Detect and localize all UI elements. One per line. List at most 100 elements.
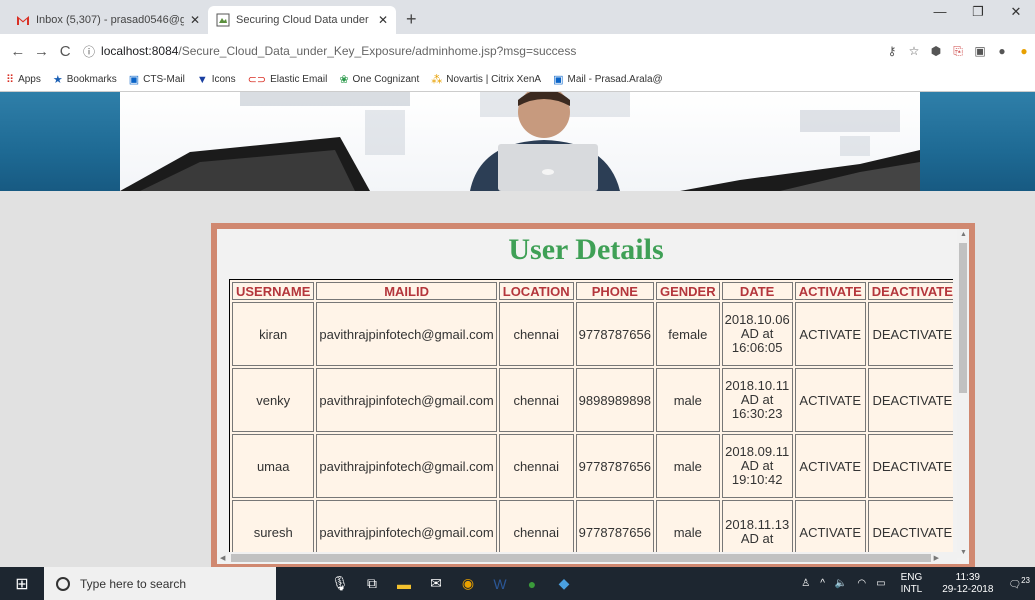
taskbar-search-field[interactable]: Type here to search: [44, 567, 276, 600]
elastic-icon: ⊂⊃: [247, 74, 267, 86]
date-value: 2018.10.11: [725, 378, 790, 393]
tab-securing-cloud[interactable]: Securing Cloud Data under Key E… ✕: [208, 6, 396, 34]
cell-phone: 9778787656: [575, 434, 654, 498]
close-tab-icon[interactable]: ✕: [378, 13, 388, 27]
bookmark-mail-prasad[interactable]: ▣ Mail - Prasad.Arala@: [553, 73, 663, 86]
volume-icon[interactable]: 🔈: [835, 578, 847, 589]
bookmark-one-cognizant[interactable]: ❀ One Cognizant: [339, 73, 419, 86]
cell-location: chennai: [498, 434, 574, 498]
show-hidden-icons-icon[interactable]: ^: [820, 578, 825, 589]
cell-date: 2018.11.13 AD at: [721, 500, 793, 554]
forward-button[interactable]: →: [30, 43, 54, 60]
task-view-icon[interactable]: ⧉: [356, 567, 388, 600]
cell-gender: male: [655, 434, 720, 498]
action-center-icon[interactable]: 🗨23: [1008, 576, 1030, 590]
people-icon[interactable]: ♙: [801, 578, 810, 589]
cell-location: chennai: [498, 368, 574, 432]
pdf-extension-icon[interactable]: ⎘: [947, 44, 969, 59]
cell-date: 2018.10.06 AD at 16:06:05: [721, 302, 793, 366]
battery-icon[interactable]: ▭: [876, 578, 885, 589]
site-info-icon[interactable]: ⓘ: [83, 43, 95, 60]
activate-link[interactable]: ACTIVATE: [794, 302, 866, 366]
minimize-button[interactable]: —: [921, 4, 959, 20]
horizontal-scrollbar[interactable]: ◀ ▶: [217, 552, 957, 564]
tab-inbox[interactable]: Inbox (5,307) - prasad0546@gm… ✕: [8, 6, 208, 34]
star-bookmark-icon[interactable]: ☆: [903, 44, 925, 58]
bookmark-label: Elastic Email: [270, 74, 328, 85]
deactivate-link[interactable]: DEACTIVATE: [867, 434, 953, 498]
user-table-container: USERNAME MAILID LOCATION PHONE GENDER DA…: [229, 279, 953, 554]
date-value: 2018.09.11: [725, 444, 790, 459]
microphone-icon[interactable]: 🎙: [324, 567, 356, 600]
bookmark-label: Novartis | Citrix XenA: [446, 74, 542, 85]
word-icon[interactable]: W: [484, 567, 516, 600]
lang-code: ENG: [900, 571, 923, 583]
cognizant-icon: ❀: [339, 74, 349, 86]
bookmark-label: Bookmarks: [66, 74, 117, 85]
taskbar-pinned-apps: 🎙 ⧉ ▬ ✉ ◉ W ● ◆: [324, 567, 580, 600]
page-viewport: User Details USERNAME MAILID LOCATION PH…: [0, 92, 1035, 567]
outlook-icon: ▣: [128, 74, 140, 86]
bookmarks-bar: ⠿ Apps ★ Bookmarks ▣ CTS-Mail ▼ Icons ⊂⊃…: [0, 68, 1035, 92]
close-tab-icon[interactable]: ✕: [190, 13, 200, 27]
reload-button[interactable]: C: [53, 43, 77, 60]
new-tab-button[interactable]: +: [406, 6, 417, 34]
mail-icon[interactable]: ✉: [420, 567, 452, 600]
column-header-username: USERNAME: [232, 282, 315, 300]
date-time: 16:30:23: [731, 406, 783, 421]
hs-app-icon[interactable]: ●: [516, 567, 548, 600]
chrome-icon[interactable]: ◉: [452, 567, 484, 600]
deactivate-link[interactable]: DEACTIVATE: [867, 500, 953, 554]
bookmark-elastic-email[interactable]: ⊂⊃ Elastic Email: [248, 73, 328, 86]
outlook-icon: ▣: [553, 74, 564, 86]
lang-layout: INTL: [900, 583, 923, 595]
bookmark-cts-mail[interactable]: ▣ CTS-Mail: [129, 73, 185, 86]
cell-phone: 9898989898: [575, 368, 654, 432]
wifi-icon[interactable]: ◠: [857, 578, 866, 589]
column-header-activate: ACTIVATE: [794, 282, 866, 300]
date-era: AD at: [740, 392, 774, 407]
table-row: venky pavithrajpinfotech@gmail.com chenn…: [232, 368, 953, 432]
scroll-right-icon[interactable]: ▶: [934, 554, 939, 562]
cell-location: chennai: [498, 302, 574, 366]
cell-gender: female: [655, 302, 720, 366]
deactivate-link[interactable]: DEACTIVATE: [867, 368, 953, 432]
horizontal-scroll-thumb[interactable]: [231, 554, 931, 562]
profile-icon[interactable]: ●: [991, 44, 1013, 58]
deactivate-link[interactable]: DEACTIVATE: [867, 302, 953, 366]
extension-icon[interactable]: ▣: [969, 44, 991, 58]
activate-link[interactable]: ACTIVATE: [794, 434, 866, 498]
windows-start-button[interactable]: ⊞: [0, 574, 44, 594]
gmail-icon: [17, 16, 29, 25]
activate-link[interactable]: ACTIVATE: [794, 368, 866, 432]
url-field[interactable]: ⓘ localhost:8084 /Secure_Cloud_Data_unde…: [83, 38, 875, 64]
column-header-mailid: MAILID: [316, 282, 497, 300]
bookmark-icons[interactable]: ▼ Icons: [197, 74, 236, 86]
bookmark-label: Icons: [211, 74, 236, 85]
vertical-scroll-thumb[interactable]: [959, 243, 967, 393]
bookmark-novartis[interactable]: ⁂ Novartis | Citrix XenA: [431, 73, 541, 86]
cell-mailid: pavithrajpinfotech@gmail.com: [316, 368, 497, 432]
bookmark-label: One Cognizant: [352, 74, 420, 85]
key-icon[interactable]: ⚷: [881, 44, 903, 58]
language-indicator[interactable]: ENG INTL: [896, 572, 928, 596]
scroll-up-icon[interactable]: ▲: [960, 231, 967, 238]
vertical-scrollbar[interactable]: ▲ ▼: [957, 229, 969, 558]
bookmark-apps[interactable]: ⠿ Apps: [6, 73, 41, 86]
back-button[interactable]: ←: [6, 43, 30, 60]
scroll-down-icon[interactable]: ▼: [960, 549, 967, 556]
close-window-button[interactable]: ✕: [997, 4, 1035, 20]
scroll-left-icon[interactable]: ◀: [220, 554, 225, 562]
url-host: localhost:8084: [101, 44, 179, 58]
cell-phone: 9778787656: [575, 302, 654, 366]
extension-icon[interactable]: ⬢: [925, 44, 947, 58]
cube-app-icon[interactable]: ◆: [548, 567, 580, 600]
column-header-gender: GENDER: [655, 282, 720, 300]
activate-link[interactable]: ACTIVATE: [794, 500, 866, 554]
browser-toolbar-icons: ⚷ ☆ ⬢ ⎘ ▣ ● ●: [881, 44, 1035, 59]
maximize-button[interactable]: ❐: [959, 4, 997, 20]
menu-icon[interactable]: ●: [1013, 44, 1035, 58]
system-clock[interactable]: 11:39 29-12-2018: [937, 572, 998, 596]
bookmark-bookmarks[interactable]: ★ Bookmarks: [53, 73, 117, 86]
file-explorer-icon[interactable]: ▬: [388, 567, 420, 600]
